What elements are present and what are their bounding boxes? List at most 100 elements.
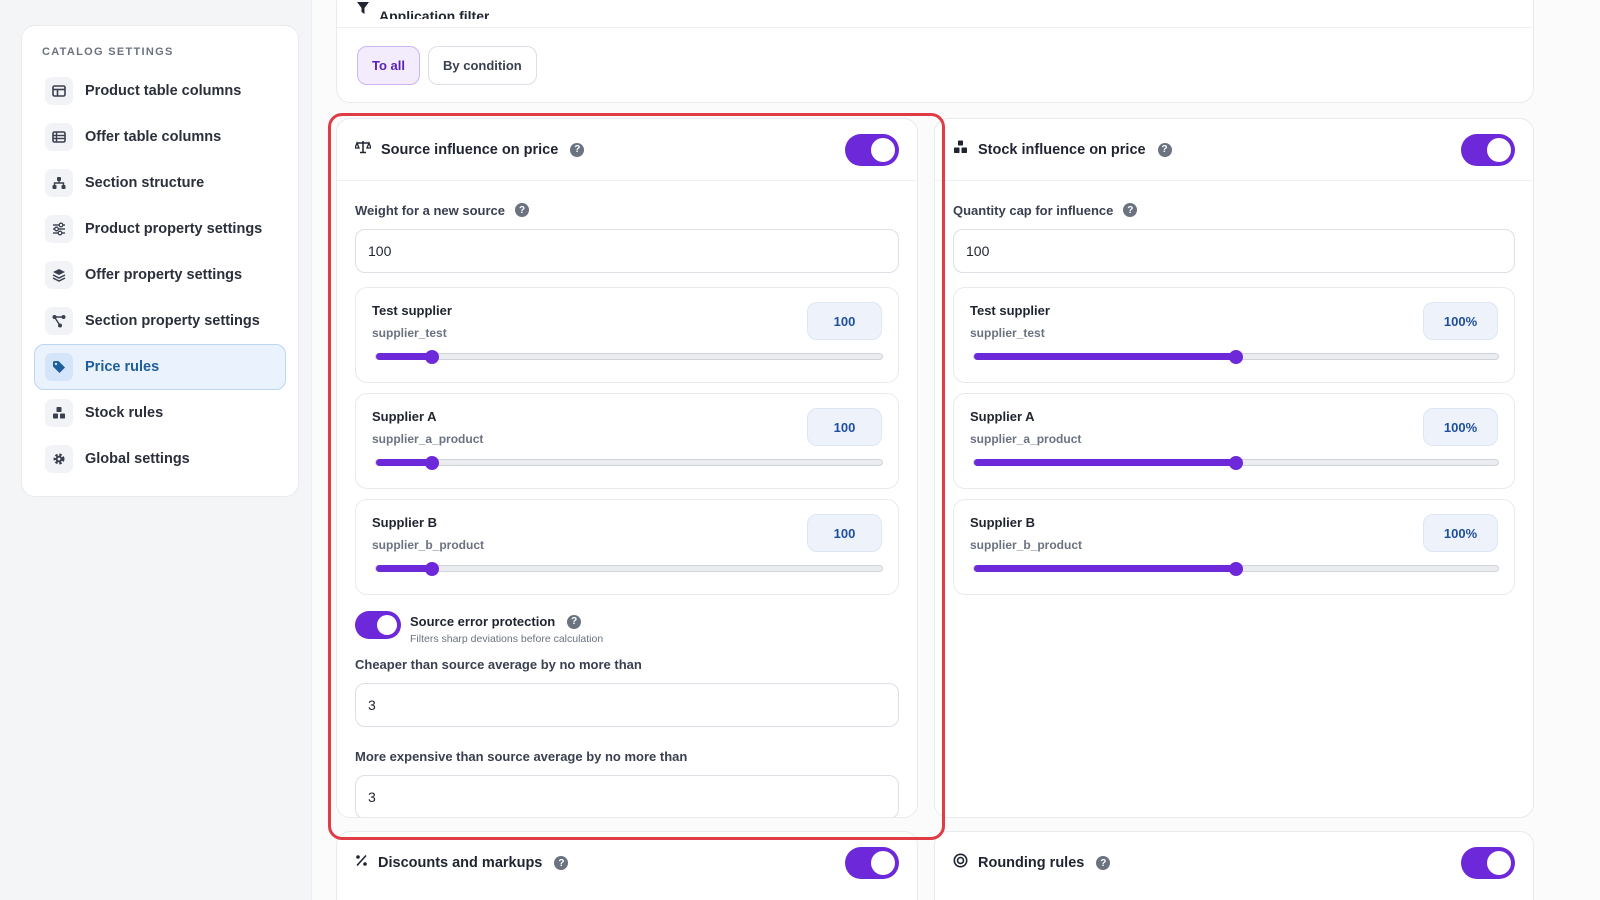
application-filter-panel: Application filter To all By condition bbox=[336, 0, 1534, 103]
help-icon[interactable]: ? bbox=[1096, 856, 1111, 870]
sliders-icon bbox=[45, 215, 73, 243]
slider-thumb[interactable] bbox=[424, 349, 439, 364]
slider-thumb[interactable] bbox=[1229, 349, 1243, 364]
supplier-name: Supplier A bbox=[970, 409, 1035, 424]
to-all-option[interactable]: To all bbox=[357, 46, 420, 85]
supplier-name: Supplier B bbox=[970, 515, 1036, 530]
slider-fill bbox=[376, 353, 432, 360]
quantity-cap-input[interactable]: 100 bbox=[953, 229, 1515, 273]
scale-icon bbox=[354, 140, 372, 159]
gear-icon bbox=[45, 445, 73, 473]
sidebar-item-price-rules[interactable]: Price rules bbox=[34, 344, 286, 390]
supplier-name: Test supplier bbox=[970, 303, 1050, 318]
source-influence-title: Source influence on price bbox=[381, 141, 559, 158]
help-icon[interactable]: ? bbox=[567, 614, 582, 629]
rounding-rules-card: Rounding rules ? bbox=[934, 831, 1534, 900]
supplier-code: supplier_b_product bbox=[372, 538, 485, 552]
supplier-weight-input[interactable]: 100 bbox=[807, 302, 882, 340]
weight-new-source-input[interactable]: 100 bbox=[355, 229, 899, 273]
slider-thumb[interactable] bbox=[424, 561, 439, 576]
supplier-row-test: Test supplier supplier_test 100 bbox=[355, 287, 899, 383]
boxes-icon bbox=[45, 399, 73, 427]
sidebar-item-global-settings[interactable]: Global settings bbox=[34, 436, 286, 482]
supplier-weight-slider[interactable] bbox=[375, 455, 883, 470]
catalog-settings-sidebar: CATALOG SETTINGS Product table columns O… bbox=[21, 25, 299, 497]
nodes-icon bbox=[45, 307, 73, 335]
sidebar-item-product-property-settings[interactable]: Product property settings bbox=[34, 206, 286, 252]
source-influence-toggle[interactable] bbox=[845, 133, 899, 166]
supplier-code: supplier_a_product bbox=[970, 432, 1082, 446]
hierarchy-icon bbox=[45, 169, 73, 197]
expensive-limit-input[interactable]: 3 bbox=[355, 775, 899, 817]
slider-fill bbox=[376, 565, 432, 572]
supplier-name: Test supplier bbox=[372, 303, 452, 318]
layers-icon bbox=[45, 261, 73, 289]
help-icon[interactable]: ? bbox=[515, 203, 530, 217]
sidebar-item-stock-rules[interactable]: Stock rules bbox=[34, 390, 286, 436]
quantity-cap-label-text: Quantity cap for influence bbox=[953, 202, 1114, 218]
supplier-weight-slider[interactable] bbox=[375, 349, 883, 364]
sidebar-item-label: Stock rules bbox=[85, 405, 164, 421]
discounts-markups-toggle[interactable] bbox=[845, 847, 899, 879]
cheaper-limit-input[interactable]: 3 bbox=[355, 683, 899, 727]
supplier-row-b: Supplier B supplier_b_product 100 bbox=[355, 499, 899, 595]
sidebar-item-label: Section structure bbox=[85, 175, 205, 191]
slider-thumb[interactable] bbox=[1229, 561, 1243, 576]
supplier-row-b: Supplier B supplier_b_product 100% bbox=[953, 499, 1515, 595]
source-error-protection-toggle[interactable] bbox=[355, 611, 401, 639]
source-error-protection-description: Filters sharp deviations before calculat… bbox=[410, 633, 604, 645]
discounts-markups-card: Discounts and markups ? bbox=[336, 831, 918, 900]
discounts-markups-header: Discounts and markups ? bbox=[337, 832, 917, 894]
rounding-rules-toggle[interactable] bbox=[1461, 847, 1515, 879]
by-condition-option[interactable]: By condition bbox=[427, 46, 537, 85]
supplier-stock-input[interactable]: 100% bbox=[1423, 514, 1498, 552]
supplier-row-a: Supplier A supplier_a_product 100% bbox=[953, 393, 1515, 489]
supplier-weight-slider[interactable] bbox=[375, 561, 883, 576]
slider-fill bbox=[376, 459, 432, 466]
slider-fill bbox=[974, 353, 1236, 360]
sidebar-item-offer-table-columns[interactable]: Offer table columns bbox=[34, 114, 286, 160]
help-icon[interactable]: ? bbox=[1123, 203, 1138, 217]
supplier-weight-input[interactable]: 100 bbox=[807, 408, 882, 446]
rounding-rules-title: Rounding rules bbox=[978, 855, 1085, 871]
filter-icon bbox=[357, 1, 369, 19]
supplier-weight-input[interactable]: 100 bbox=[807, 514, 882, 552]
sidebar-item-label: Offer property settings bbox=[85, 267, 243, 283]
main-content: Application filter To all By condition S… bbox=[311, 0, 1600, 900]
help-icon[interactable]: ? bbox=[1157, 142, 1172, 157]
sidebar-item-offer-property-settings[interactable]: Offer property settings bbox=[34, 252, 286, 298]
supplier-code: supplier_b_product bbox=[970, 538, 1083, 552]
slider-thumb[interactable] bbox=[424, 455, 439, 470]
source-error-protection-row: Source error protection ? Filters sharp … bbox=[355, 611, 899, 645]
supplier-stock-input[interactable]: 100% bbox=[1423, 302, 1498, 340]
stock-influence-title: Stock influence on price bbox=[978, 141, 1146, 158]
sidebar-title: CATALOG SETTINGS bbox=[42, 46, 174, 58]
help-icon[interactable]: ? bbox=[570, 142, 585, 157]
sidebar-item-section-property-settings[interactable]: Section property settings bbox=[34, 298, 286, 344]
stock-influence-card: Stock influence on price ? Quantity cap … bbox=[934, 118, 1534, 818]
application-filter-header: Application filter bbox=[337, 0, 1533, 28]
supplier-stock-slider[interactable] bbox=[973, 455, 1499, 470]
supplier-stock-slider[interactable] bbox=[973, 561, 1499, 576]
source-error-protection-title: Source error protection ? bbox=[410, 614, 603, 629]
application-filter-options: To all By condition bbox=[337, 28, 1533, 85]
cheaper-limit-label: Cheaper than source average by no more t… bbox=[355, 656, 642, 672]
rounding-rules-header: Rounding rules ? bbox=[935, 832, 1533, 894]
columns-icon bbox=[45, 77, 73, 105]
sidebar-item-product-table-columns[interactable]: Product table columns bbox=[34, 68, 286, 114]
stock-influence-toggle[interactable] bbox=[1461, 133, 1515, 166]
boxes-icon bbox=[953, 140, 968, 159]
help-icon[interactable]: ? bbox=[554, 856, 569, 870]
sidebar-item-section-structure[interactable]: Section structure bbox=[34, 160, 286, 206]
supplier-code: supplier_test bbox=[970, 326, 1045, 340]
sidebar-item-label: Offer table columns bbox=[85, 129, 222, 145]
supplier-stock-input[interactable]: 100% bbox=[1423, 408, 1498, 446]
quantity-cap-label: Quantity cap for influence ? bbox=[953, 201, 1515, 219]
slider-thumb[interactable] bbox=[1229, 455, 1243, 470]
supplier-row-a: Supplier A supplier_a_product 100 bbox=[355, 393, 899, 489]
supplier-stock-slider[interactable] bbox=[973, 349, 1499, 364]
source-influence-header: Source influence on price ? bbox=[337, 119, 917, 181]
weight-new-source-label-text: Weight for a new source bbox=[355, 202, 506, 218]
expensive-limit-label: More expensive than source average by no… bbox=[355, 748, 688, 764]
stock-influence-header: Stock influence on price ? bbox=[935, 119, 1533, 181]
